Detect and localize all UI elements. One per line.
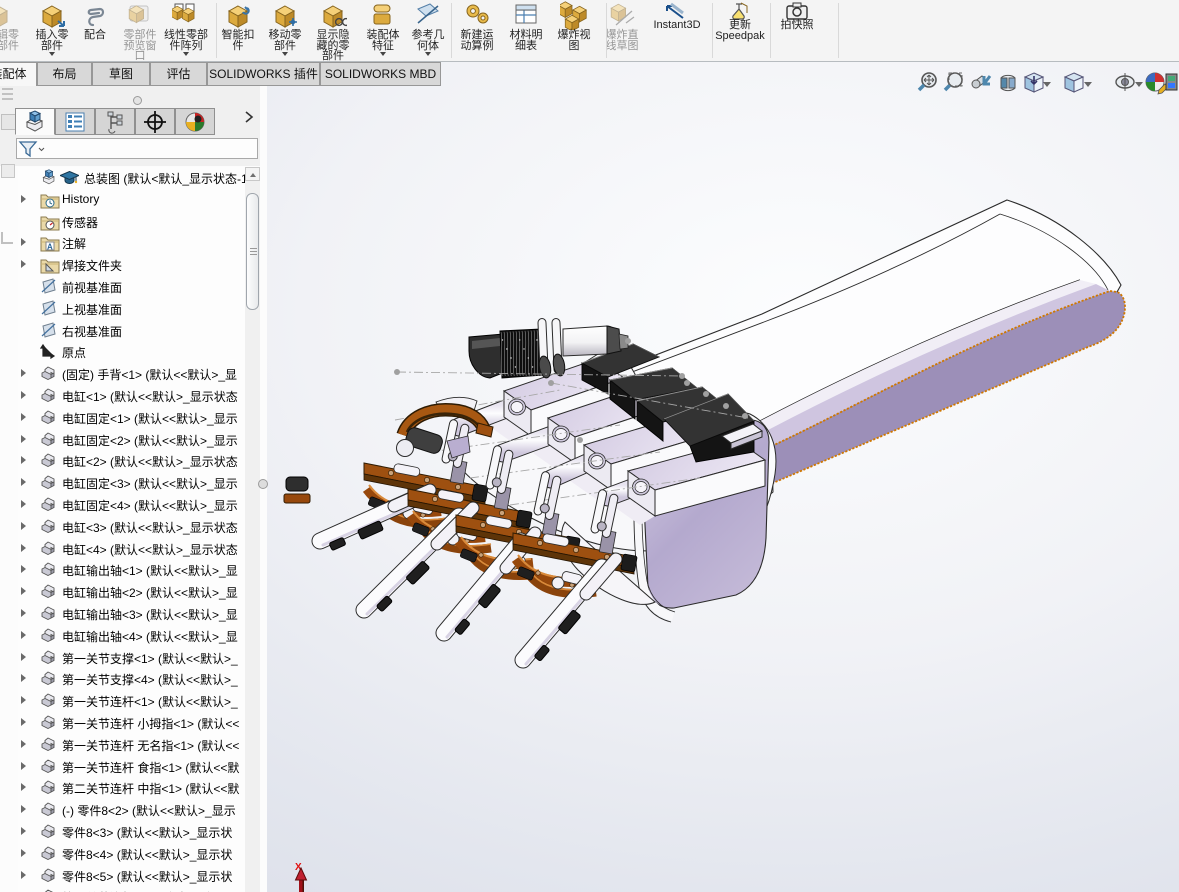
svg-text:A: A	[47, 243, 53, 252]
